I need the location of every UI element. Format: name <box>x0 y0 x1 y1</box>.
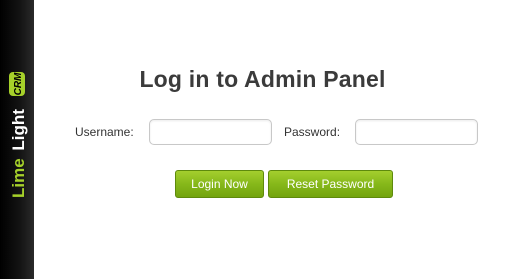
username-input[interactable] <box>149 119 272 145</box>
brand-sidebar: CRM Lime Light <box>0 0 34 279</box>
password-label: Password: <box>284 125 341 139</box>
logo-word-lime: Lime <box>9 158 28 198</box>
page-title: Log in to Admin Panel <box>139 66 386 92</box>
password-input[interactable] <box>355 119 478 145</box>
logo-wordmark: Lime Light <box>9 109 28 198</box>
admin-login-window: CRM Lime Light Log in to Admin Panel Use… <box>0 0 525 279</box>
username-label: Username: <box>75 125 134 139</box>
reset-password-button[interactable]: Reset Password <box>268 170 393 198</box>
logo-word-light: Light <box>9 109 28 151</box>
login-button[interactable]: Login Now <box>175 170 264 198</box>
